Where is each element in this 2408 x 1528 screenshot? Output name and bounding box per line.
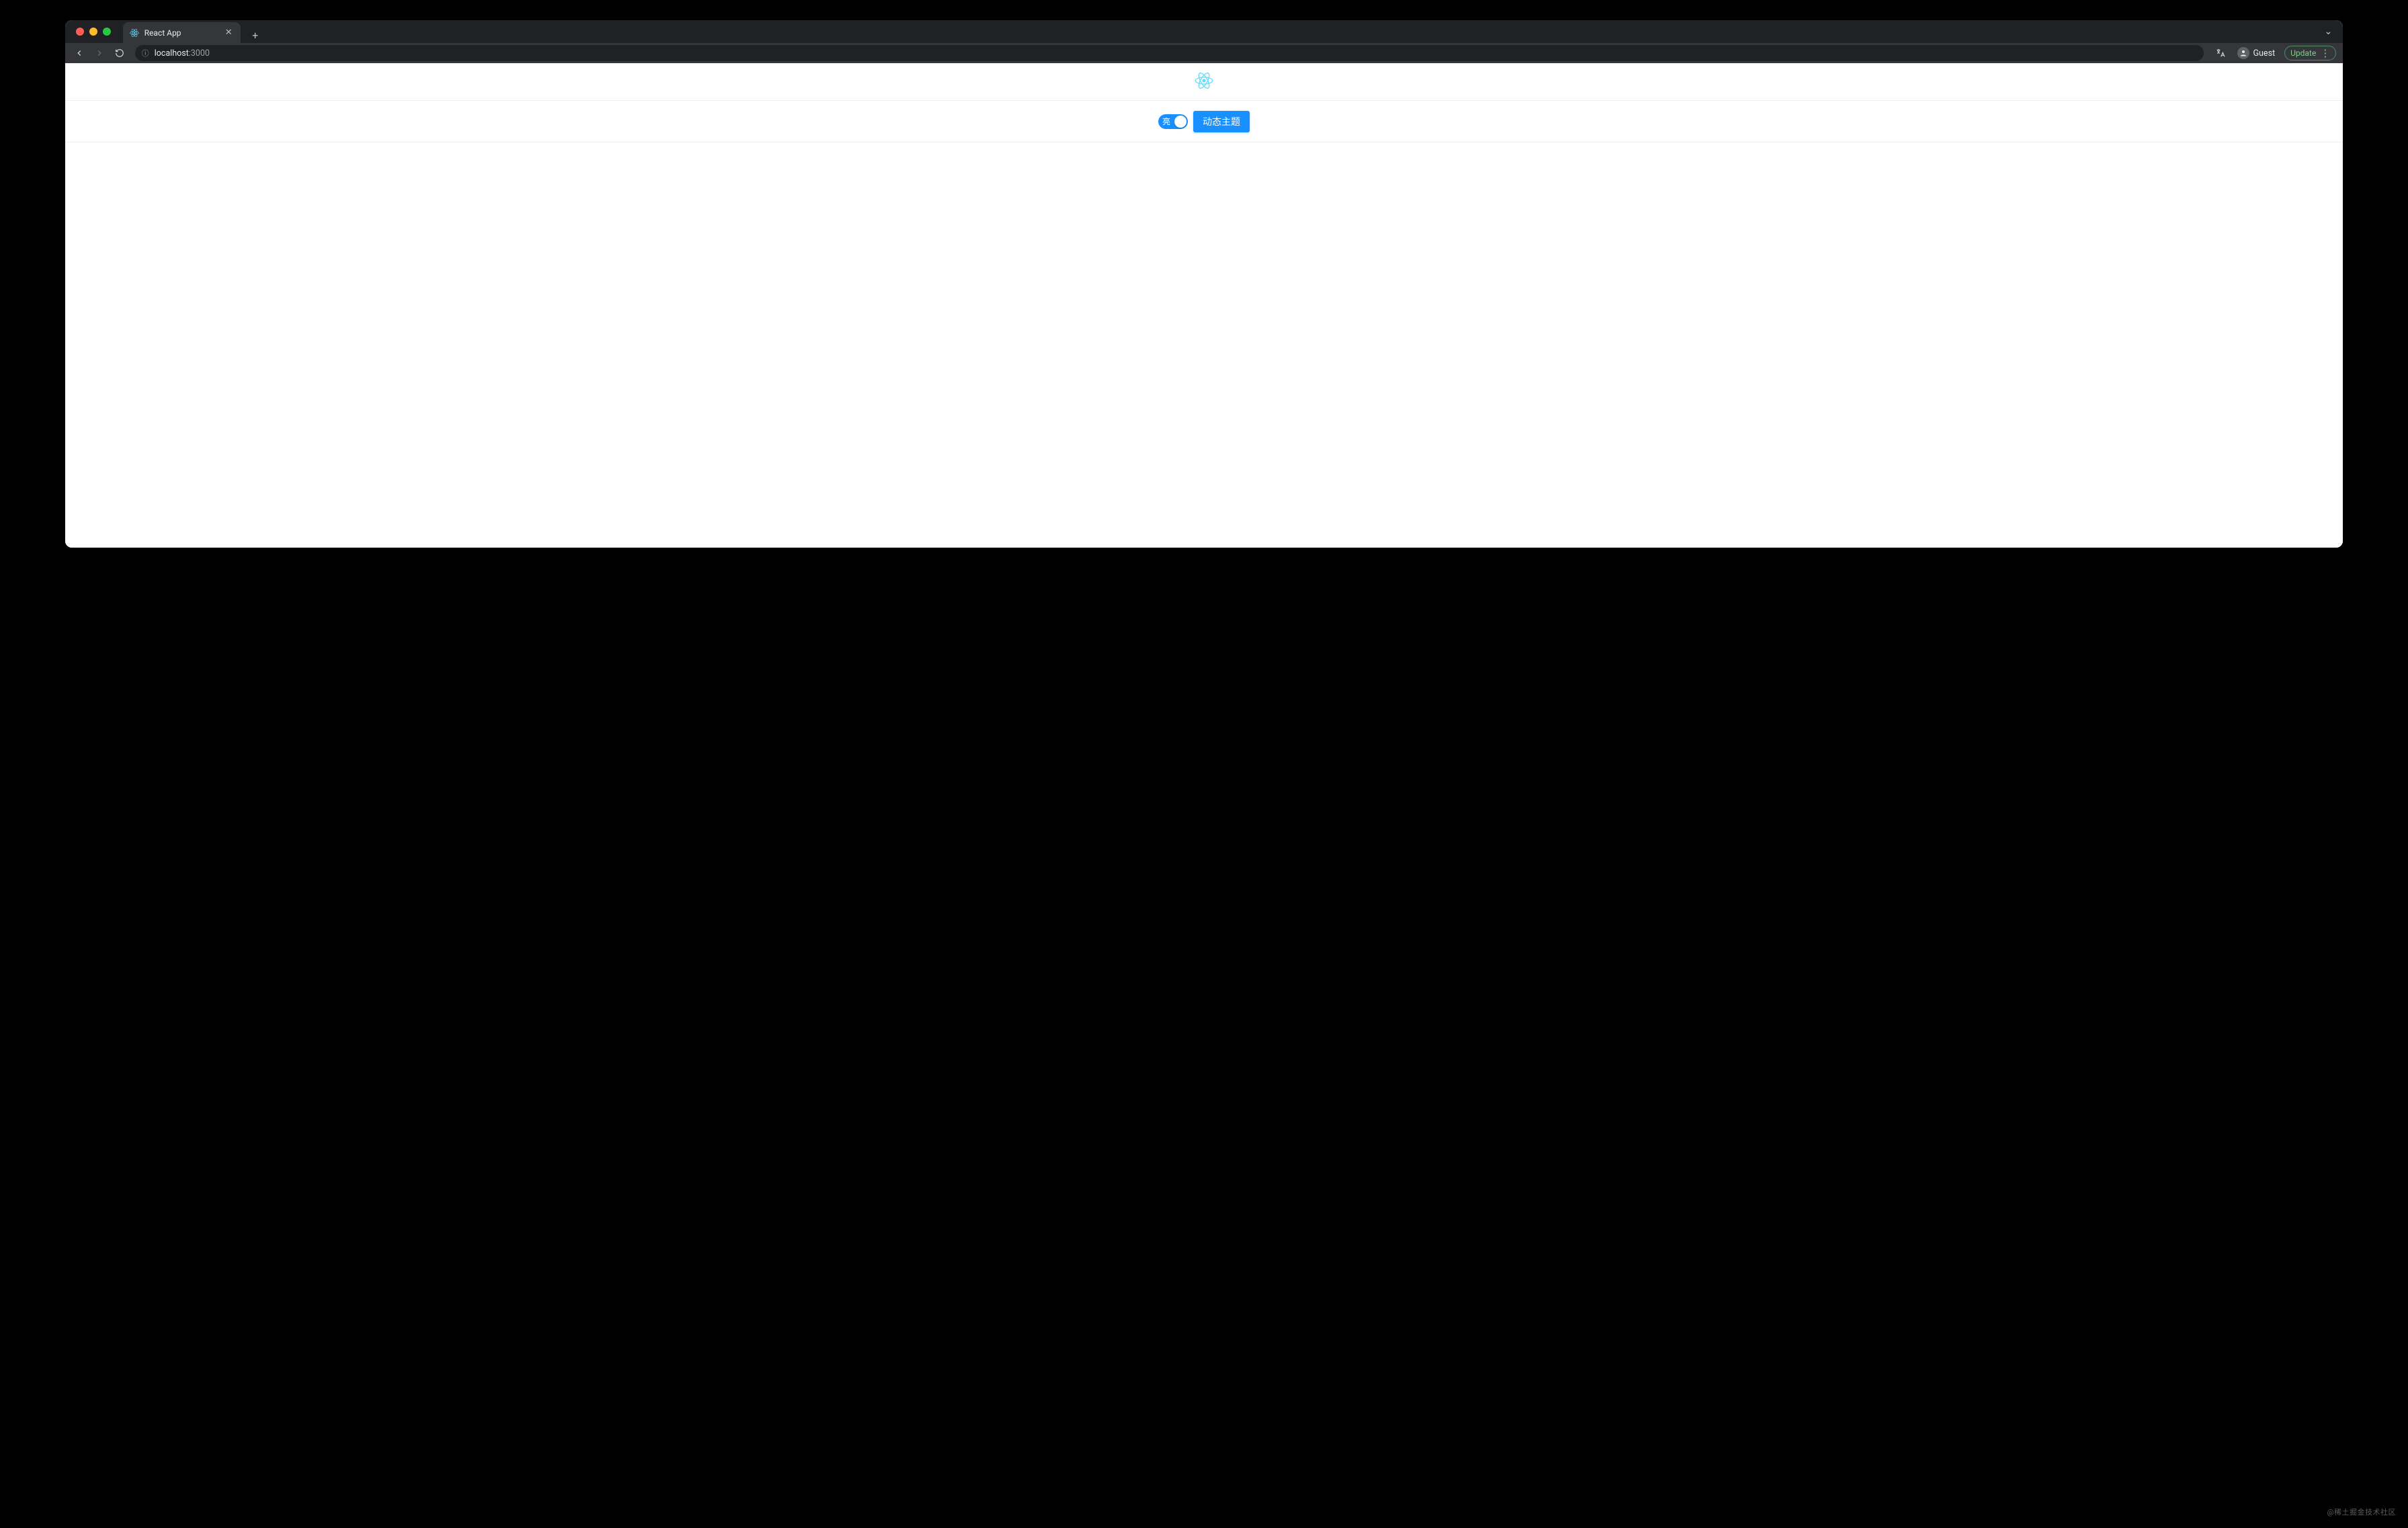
logo-section [65,63,2343,101]
toolbar: ⓘ localhost:3000 Guest Update ⋮ [65,43,2343,63]
maximize-window-button[interactable] [103,28,111,36]
profile-label: Guest [2253,48,2276,58]
avatar-icon [2237,47,2249,59]
controls-section: 亮 动态主题 [65,101,2343,142]
info-icon: ⓘ [142,48,149,58]
titlebar-right: ⌄ [2324,26,2332,37]
forward-button[interactable] [92,46,107,60]
switch-knob [1174,116,1187,128]
profile-chip[interactable]: Guest [2233,46,2280,60]
switch-label: 亮 [1162,116,1170,127]
traffic-lights [76,28,111,36]
reload-button[interactable] [112,46,127,60]
new-tab-button[interactable]: + [247,27,263,43]
address-host: localhost [155,48,189,58]
back-button[interactable] [72,46,87,60]
minimize-window-button[interactable] [89,28,97,36]
browser-window: React App ✕ + ⌄ ⓘ localhost:3000 [65,20,2343,548]
tab-strip: React App ✕ + [123,20,263,43]
theme-switch[interactable]: 亮 [1158,114,1188,129]
update-label: Update [2290,48,2316,58]
titlebar: React App ✕ + ⌄ [65,20,2343,43]
address-bar[interactable]: ⓘ localhost:3000 [135,45,2204,61]
page-viewport: 亮 动态主题 [65,63,2343,548]
update-button[interactable]: Update ⋮ [2284,46,2336,60]
dynamic-theme-button[interactable]: 动态主题 [1193,111,1250,132]
translate-icon[interactable] [2213,46,2228,60]
close-icon[interactable]: ✕ [225,28,232,38]
watermark: @稀土掘金技术社区 [2327,1506,2396,1517]
chevron-down-icon[interactable]: ⌄ [2324,26,2332,37]
tab-react-app[interactable]: React App ✕ [123,22,241,43]
react-logo-icon [1195,71,1213,93]
react-icon [130,28,139,38]
tab-title: React App [144,28,181,38]
close-window-button[interactable] [76,28,84,36]
address-port: :3000 [189,48,210,58]
